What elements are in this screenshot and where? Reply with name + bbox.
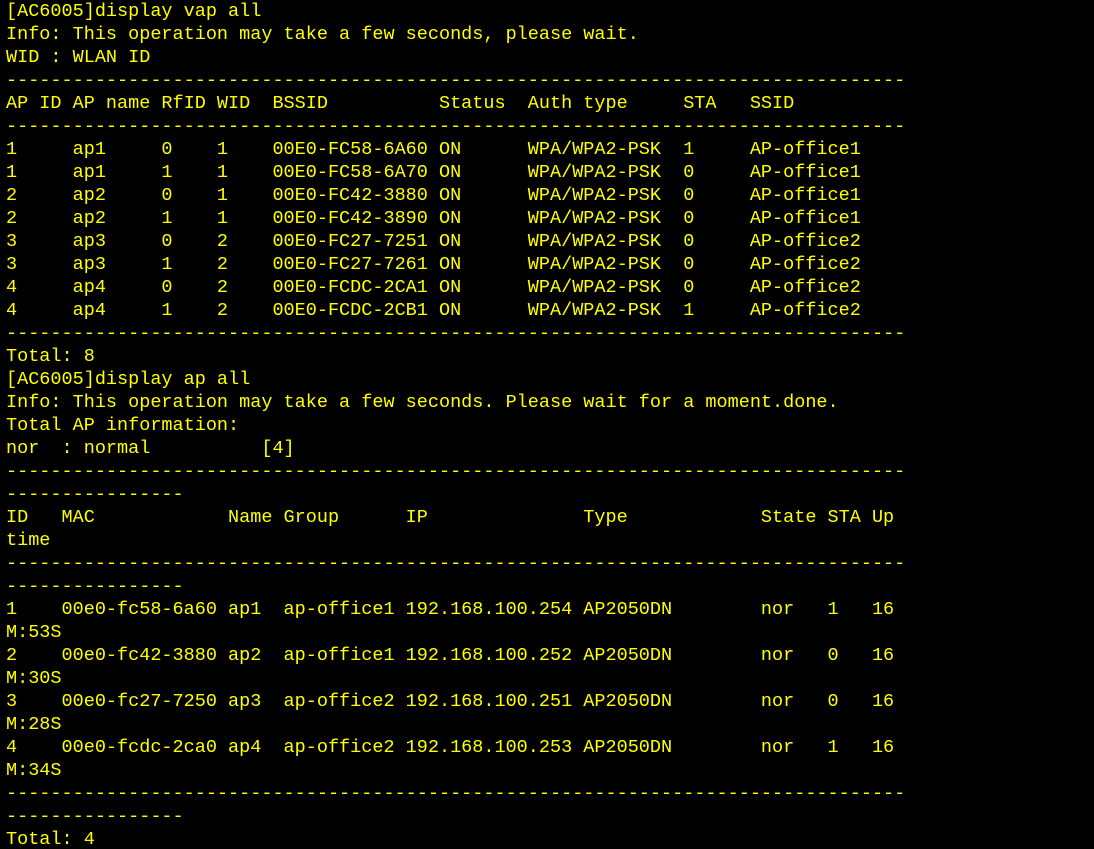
legend-line: WID : WLAN ID <box>6 47 151 68</box>
info-line: Info: This operation may take a few seco… <box>6 392 839 413</box>
total-line: Total: 8 <box>6 346 95 367</box>
separator-line: ----------------------------------------… <box>6 783 906 804</box>
table-row: 4 ap4 0 2 00E0-FCDC-2CA1 ON WPA/WPA2-PSK… <box>6 277 861 298</box>
table-row: 2 ap2 1 1 00E0-FC42-3890 ON WPA/WPA2-PSK… <box>6 208 861 229</box>
table-row: 1 00e0-fc58-6a60 ap1 ap-office1 192.168.… <box>6 599 895 620</box>
table-row: 3 ap3 0 2 00E0-FC27-7251 ON WPA/WPA2-PSK… <box>6 231 861 252</box>
summary-line: Total AP information: <box>6 415 240 436</box>
command-line: [AC6005]display vap all <box>6 1 262 22</box>
table-row-wrap: M:28S <box>6 714 62 735</box>
table-row: 3 00e0-fc27-7250 ap3 ap-office2 192.168.… <box>6 691 895 712</box>
table-row-wrap: M:34S <box>6 760 62 781</box>
separator-line: ---------------- <box>6 806 184 827</box>
table-row: 4 00e0-fcdc-2ca0 ap4 ap-office2 192.168.… <box>6 737 895 758</box>
table-header: ID MAC Name Group IP Type State STA Up <box>6 507 895 528</box>
separator-line: ---------------- <box>6 576 184 597</box>
table-row: 3 ap3 1 2 00E0-FC27-7261 ON WPA/WPA2-PSK… <box>6 254 861 275</box>
terminal-window[interactable]: [AC6005]display vap all Info: This opera… <box>0 0 1094 849</box>
info-line: Info: This operation may take a few seco… <box>6 24 639 45</box>
table-row-wrap: M:30S <box>6 668 62 689</box>
separator-line: ----------------------------------------… <box>6 323 906 344</box>
table-row: 2 00e0-fc42-3880 ap2 ap-office1 192.168.… <box>6 645 895 666</box>
separator-line: ----------------------------------------… <box>6 461 906 482</box>
separator-line: ----------------------------------------… <box>6 70 906 91</box>
table-row: 1 ap1 0 1 00E0-FC58-6A60 ON WPA/WPA2-PSK… <box>6 139 861 160</box>
table-row: 4 ap4 1 2 00E0-FCDC-2CB1 ON WPA/WPA2-PSK… <box>6 300 861 321</box>
command-line: [AC6005]display ap all <box>6 369 251 390</box>
separator-line: ----------------------------------------… <box>6 553 906 574</box>
table-header-wrap: time <box>6 530 51 551</box>
legend-line: nor : normal [4] <box>6 438 295 459</box>
table-row: 2 ap2 0 1 00E0-FC42-3880 ON WPA/WPA2-PSK… <box>6 185 861 206</box>
table-row-wrap: M:53S <box>6 622 62 643</box>
total-line: Total: 4 <box>6 829 95 849</box>
separator-line: ----------------------------------------… <box>6 116 906 137</box>
table-row: 1 ap1 1 1 00E0-FC58-6A70 ON WPA/WPA2-PSK… <box>6 162 861 183</box>
separator-line: ---------------- <box>6 484 184 505</box>
table-header: AP ID AP name RfID WID BSSID Status Auth… <box>6 93 795 114</box>
